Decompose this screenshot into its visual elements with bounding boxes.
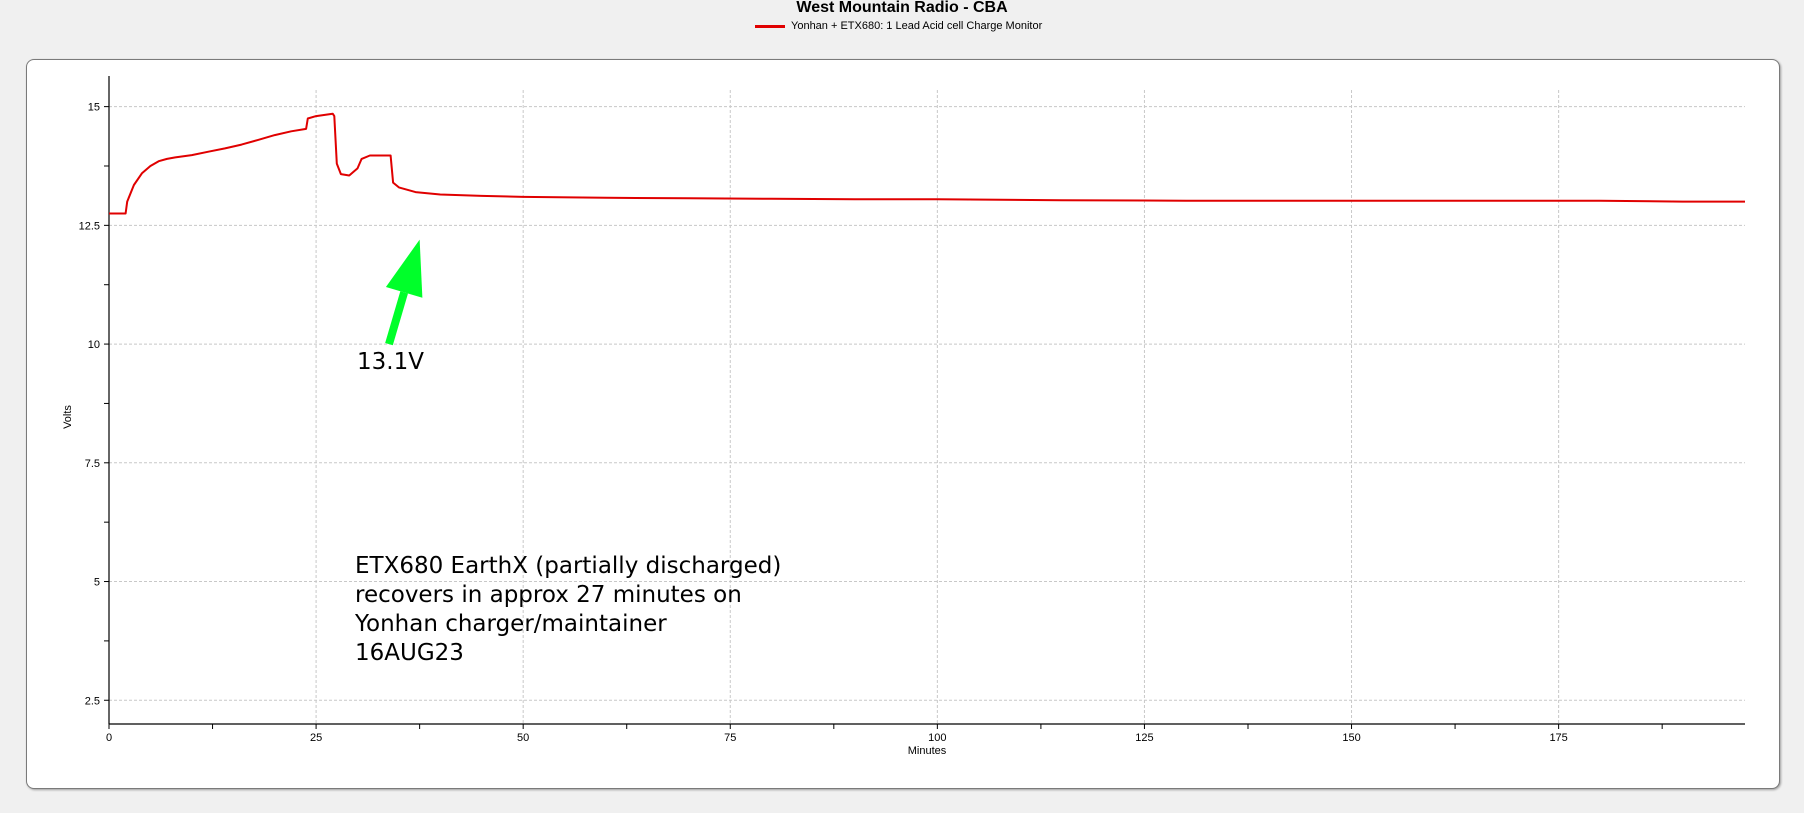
x-tick-label: 100 <box>928 732 946 744</box>
annotation-note-line: Yonhan charger/maintainer <box>355 611 667 637</box>
y-axis-title: Volts <box>62 405 74 429</box>
y-tick-label: 7.5 <box>85 458 100 470</box>
x-tick-label: 150 <box>1342 732 1360 744</box>
y-tick-label: 15 <box>88 102 100 114</box>
x-tick-label: 125 <box>1135 732 1153 744</box>
series-line <box>109 112 1745 215</box>
y-tick-label: 5 <box>94 577 100 589</box>
annotation-arrow-head <box>385 239 423 298</box>
annotation-note-line: recovers in approx 27 minutes on <box>355 582 742 608</box>
x-tick-label: 25 <box>310 732 322 744</box>
x-tick-label: 75 <box>724 732 736 744</box>
y-tick-label: 10 <box>88 339 100 351</box>
annotation-note-line: 16AUG23 <box>355 640 464 666</box>
chart-title: West Mountain Radio - CBA <box>796 0 1008 16</box>
legend-swatch <box>755 24 785 28</box>
annotation-note-line: ETX680 EarthX (partially discharged) <box>355 553 782 579</box>
chart-panel: 0 25 50 75 100 125 150 175 2.5 5 7.5 10 12.5 15 Minute… <box>26 59 1780 789</box>
legend-label: Yonhan + ETX680: 1 Lead Acid cell Charge… <box>791 20 1043 32</box>
annotation-arrow-shaft <box>385 291 408 346</box>
annotation-arrow-label: 13.1V <box>357 349 424 375</box>
annotation-note: ETX680 EarthX (partially discharged) rec… <box>355 552 781 668</box>
legend: Yonhan + ETX680: 1 Lead Acid cell Charge… <box>755 18 1042 34</box>
y-tick-label: 2.5 <box>85 695 100 707</box>
x-axis-title: Minutes <box>908 745 947 757</box>
x-tick-label: 0 <box>106 732 112 744</box>
chart-plot: 0 25 50 75 100 125 150 175 2.5 5 7.5 10 12.5 15 Minute… <box>62 76 1745 757</box>
y-tick-label: 12.5 <box>79 220 100 232</box>
x-tick-label: 175 <box>1549 732 1567 744</box>
x-tick-label: 50 <box>517 732 529 744</box>
